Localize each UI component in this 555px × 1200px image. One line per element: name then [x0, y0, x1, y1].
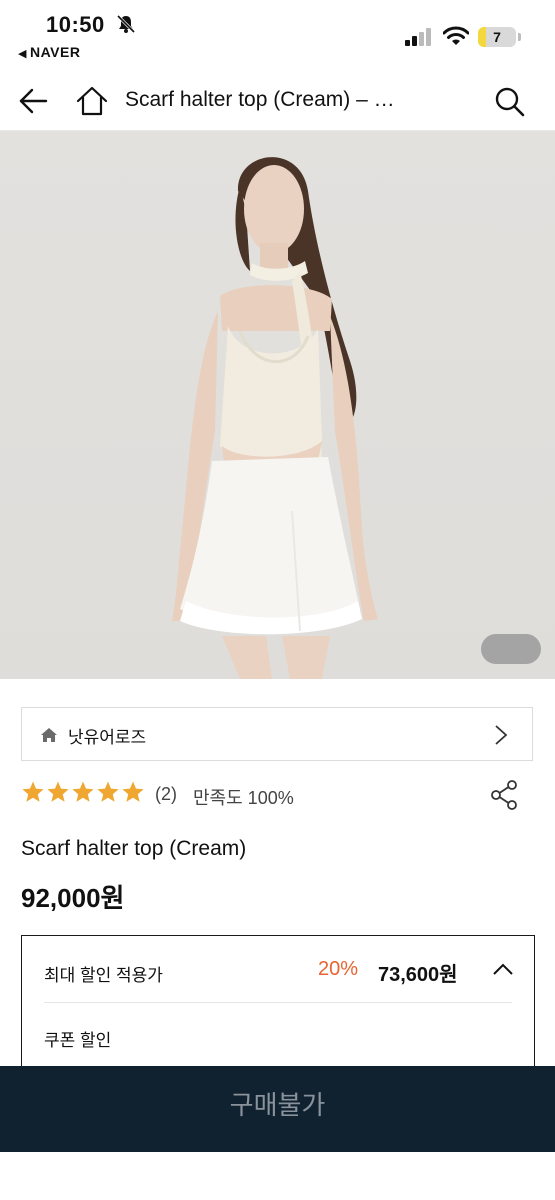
product-photo[interactable] — [0, 131, 555, 679]
discount-percent: 20% — [318, 958, 359, 980]
search-icon[interactable] — [494, 86, 526, 118]
back-to-app-link[interactable]: ◀ NAVER — [18, 44, 80, 60]
rating-row[interactable]: (2) 만족도 100% — [21, 780, 533, 812]
battery-level-text: 7 — [493, 29, 501, 45]
share-icon[interactable] — [490, 780, 518, 815]
product-name: Scarf halter top (Cream) — [21, 837, 247, 860]
store-home-icon — [40, 727, 58, 748]
status-time: 10:50 — [46, 12, 105, 37]
buy-button[interactable]: 구매불가 — [0, 1066, 555, 1152]
home-icon[interactable] — [76, 85, 108, 117]
buy-button-label: 구매불가 — [229, 1090, 326, 1120]
back-app-label: NAVER — [29, 44, 81, 60]
star-icon — [72, 781, 94, 802]
model-illustration — [0, 131, 555, 679]
star-icon — [47, 781, 69, 802]
satisfaction-rate: 만족도 100% — [193, 788, 294, 808]
discounted-price: 73,600원 — [378, 964, 458, 986]
status-bar: 10:50 ◀ NAVER 7 — [0, 0, 555, 70]
star-icon — [97, 781, 119, 802]
store-name: 낫유어로즈 — [68, 728, 147, 747]
bottom-safe-area — [0, 1152, 555, 1200]
back-triangle-icon: ◀ — [18, 48, 27, 60]
silent-bell-icon — [116, 14, 136, 39]
page-title: Scarf halter top (Cream) – … — [125, 88, 395, 111]
review-count[interactable]: (2) — [155, 784, 177, 805]
star-icon — [122, 781, 144, 802]
max-discount-label: 최대 할인 적용가 — [44, 966, 163, 985]
battery-cap — [518, 33, 521, 41]
wifi-icon — [442, 25, 470, 52]
star-rating — [21, 780, 145, 804]
photo-page-indicator[interactable] — [481, 634, 541, 664]
back-arrow-icon[interactable] — [18, 86, 48, 116]
coupon-discount-label: 쿠폰 할인 — [44, 1031, 112, 1050]
store-link-row[interactable]: 낫유어로즈 — [21, 707, 533, 761]
battery-icon: 7 — [478, 27, 521, 47]
divider — [44, 1002, 512, 1003]
top-nav-bar: Scarf halter top (Cream) – … — [0, 70, 555, 131]
chevron-right-icon — [494, 724, 508, 751]
cellular-signal-icon — [405, 28, 433, 51]
star-icon — [22, 781, 44, 802]
product-price: 92,000원 — [21, 883, 125, 913]
chevron-up-icon[interactable] — [492, 962, 514, 981]
